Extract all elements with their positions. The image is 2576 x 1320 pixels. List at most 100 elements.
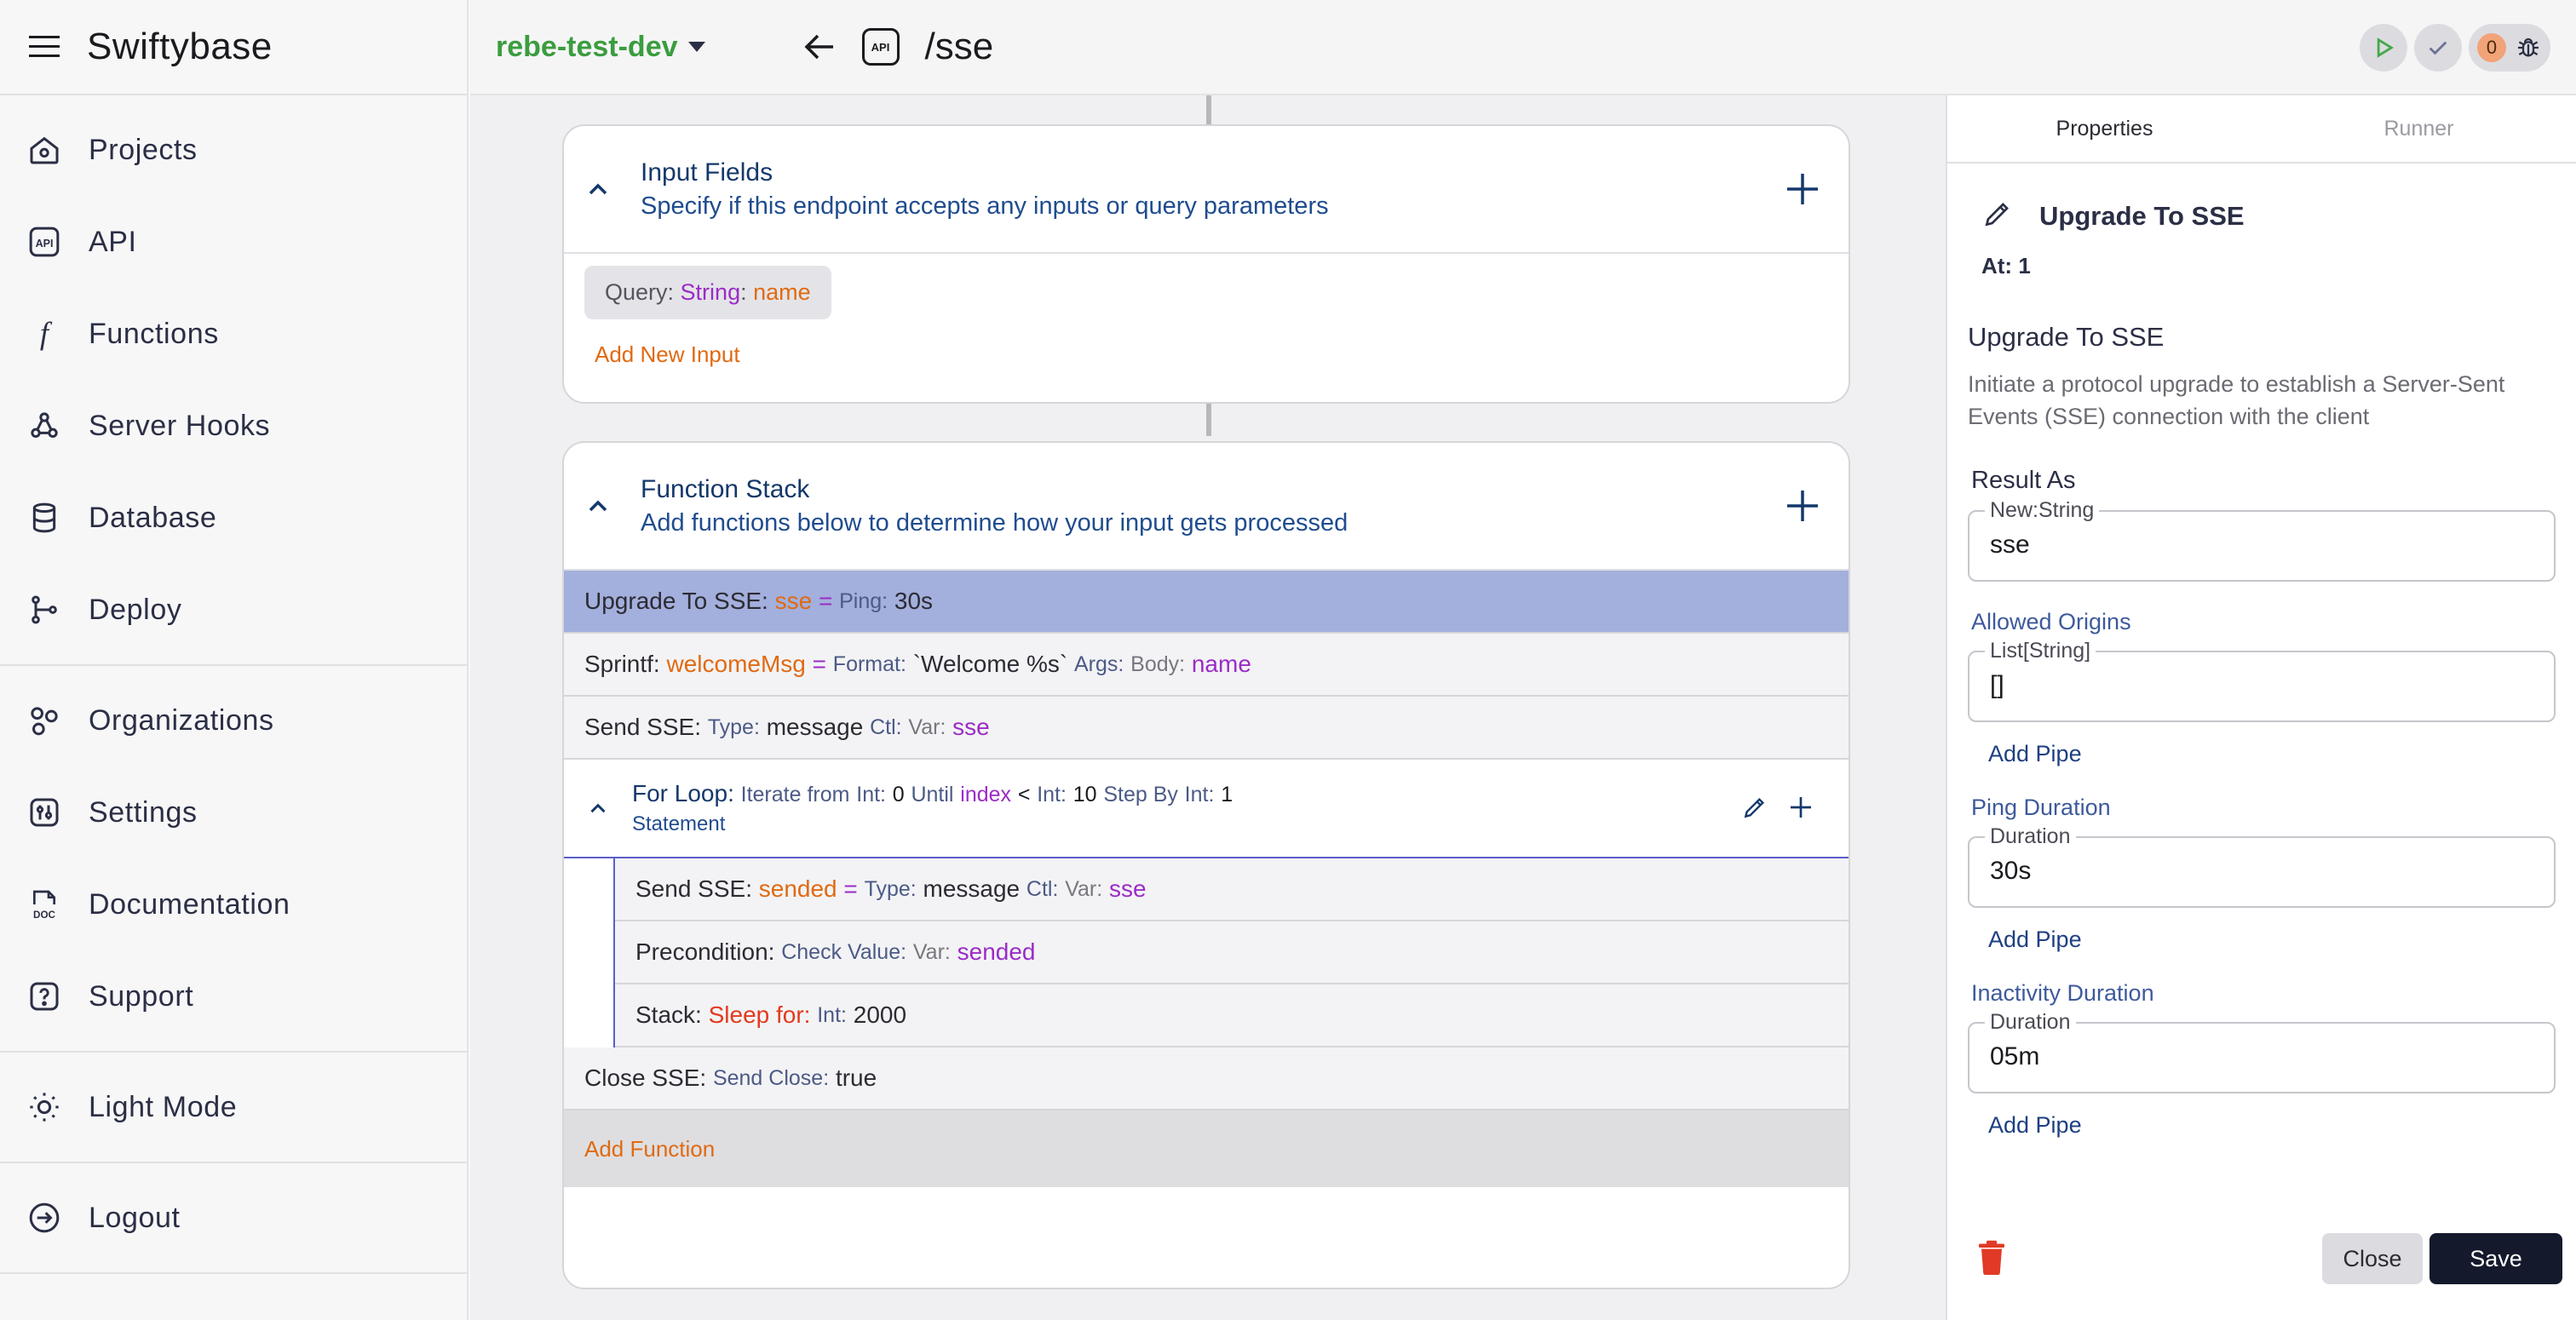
fn-name: Stack: <box>635 1001 702 1028</box>
field-legend: New:String <box>1985 498 2100 523</box>
sun-icon <box>26 1088 63 1126</box>
input-chip[interactable]: Query: String: name <box>584 266 831 319</box>
sidebar-item-documentation[interactable]: DOC Documentation <box>0 858 467 950</box>
fn-value: 0 <box>892 783 905 806</box>
fn-key: Ctl: <box>1026 876 1059 901</box>
shapes-icon <box>26 702 63 739</box>
fn-key: Until <box>911 783 954 806</box>
debug-count-badge: 0 <box>2477 33 2506 62</box>
result-as-label: Result As <box>1971 467 2076 494</box>
sidebar-item-deploy[interactable]: Deploy <box>0 564 467 656</box>
sidebar-item-label: Light Mode <box>89 1090 238 1123</box>
for-loop-header[interactable]: For Loop: Iterate from Int: 0 Until inde… <box>564 760 1849 858</box>
fn-name: Sprintf: <box>584 651 660 677</box>
fn-value: 2000 <box>853 1001 907 1028</box>
nav-group-session: Logout <box>0 1163 467 1274</box>
back-arrow-icon[interactable] <box>799 26 840 67</box>
pencil-icon[interactable] <box>1981 198 2014 234</box>
sidebar-item-label: API <box>89 225 137 258</box>
sidebar-item-server-hooks[interactable]: Server Hooks <box>0 380 467 472</box>
function-row-send-sse-loop[interactable]: Send SSE: sended = Type: message Ctl: Va… <box>615 858 1849 921</box>
sidebar: Swiftybase Projects API API f Functions … <box>0 0 469 1320</box>
sidebar-item-projects[interactable]: Projects <box>0 104 467 196</box>
debug-button[interactable]: 0 <box>2469 24 2550 72</box>
collapse-chevron-icon[interactable] <box>564 182 632 196</box>
field-value: 30s <box>1990 857 2032 885</box>
add-function-plus-icon[interactable] <box>1782 485 1823 526</box>
fn-value: message <box>766 714 864 740</box>
sidebar-item-settings[interactable]: Settings <box>0 766 467 858</box>
check-icon <box>2429 41 2447 55</box>
topbar: rebe-test-dev API /sse 0 <box>470 0 2576 95</box>
git-branch-icon <box>26 591 63 628</box>
add-pipe-button[interactable]: Add Pipe <box>1988 927 2576 953</box>
home-icon <box>26 131 63 169</box>
trash-icon[interactable] <box>1976 1240 2007 1280</box>
close-button[interactable]: Close <box>2322 1233 2423 1284</box>
fn-op: < <box>1017 783 1031 806</box>
pencil-icon[interactable] <box>1741 794 1768 825</box>
add-pipe-button[interactable]: Add Pipe <box>1988 741 2576 767</box>
add-new-input-link[interactable]: Add New Input <box>564 319 1849 368</box>
sidebar-item-api[interactable]: API API <box>0 196 467 288</box>
sidebar-item-label: Deploy <box>89 593 182 626</box>
caret-down-icon <box>687 42 705 52</box>
sidebar-item-functions[interactable]: f Functions <box>0 288 467 380</box>
fn-key: Iterate from <box>740 783 850 806</box>
inactivity-duration-field[interactable]: Duration 05m <box>1968 1010 2556 1093</box>
fn-eq: = <box>812 651 827 677</box>
collapse-chevron-icon[interactable] <box>564 499 632 513</box>
project-selector[interactable]: rebe-test-dev <box>496 31 705 64</box>
fn-value: 1 <box>1221 783 1233 806</box>
input-fields-header: Input Fields Specify if this endpoint ac… <box>564 126 1849 254</box>
fn-key: Format: <box>832 651 906 676</box>
fn-value: index <box>960 783 1012 806</box>
sidebar-item-support[interactable]: Support <box>0 950 467 1042</box>
function-row-precondition[interactable]: Precondition: Check Value: Var: sended <box>615 921 1849 984</box>
add-input-plus-icon[interactable] <box>1782 169 1823 209</box>
function-row-close-sse[interactable]: Close SSE: Send Close: true <box>564 1047 1849 1111</box>
ping-duration-label: Ping Duration <box>1971 795 2111 820</box>
card-title: Input Fields <box>641 158 773 187</box>
fn-key: Ctl: <box>870 715 902 739</box>
fn-var: sse <box>774 588 813 614</box>
fn-var: sended <box>758 875 837 902</box>
function-row-upgrade-sse[interactable]: Upgrade To SSE: sse = Ping: 30s <box>564 571 1849 634</box>
ping-duration-field[interactable]: Duration 30s <box>1968 824 2556 908</box>
fn-key: Int: <box>856 783 886 806</box>
tab-runner[interactable]: Runner <box>2262 95 2576 162</box>
fn-key: Check Value: <box>781 939 907 964</box>
connector-line <box>1206 95 1211 126</box>
sidebar-item-label: Database <box>89 501 217 534</box>
sidebar-item-organizations[interactable]: Organizations <box>0 674 467 766</box>
sidebar-item-light-mode[interactable]: Light Mode <box>0 1061 467 1153</box>
collapse-chevron-icon[interactable] <box>564 802 632 814</box>
field-legend: Duration <box>1985 1010 2076 1035</box>
logout-icon <box>26 1199 63 1237</box>
fn-value: sended <box>957 938 1036 965</box>
function-description-title: Upgrade To SSE <box>1968 322 2165 352</box>
sidebar-item-database[interactable]: Database <box>0 472 467 564</box>
svg-text:f: f <box>40 317 53 351</box>
fn-value: message <box>923 875 1021 902</box>
add-function-link[interactable]: Add Function <box>564 1111 1849 1187</box>
function-row-stack-sleep[interactable]: Stack: Sleep for: Int: 2000 <box>615 984 1849 1047</box>
api-badge-icon: API <box>861 28 900 66</box>
fn-value: sse <box>1108 875 1147 902</box>
fn-name: For Loop: <box>632 780 734 806</box>
hamburger-menu-icon[interactable] <box>26 28 63 66</box>
save-button[interactable]: Save <box>2429 1233 2562 1284</box>
for-loop-actions <box>1741 794 1814 825</box>
function-row-send-sse[interactable]: Send SSE: Type: message Ctl: Var: sse <box>564 697 1849 760</box>
validate-button[interactable] <box>2414 24 2462 72</box>
fn-var: welcomeMsg <box>666 651 806 677</box>
allowed-origins-field[interactable]: List[String] [] <box>1968 639 2556 722</box>
tab-properties[interactable]: Properties <box>1947 95 2262 162</box>
function-row-sprintf[interactable]: Sprintf: welcomeMsg = Format: `Welcome %… <box>564 634 1849 697</box>
sidebar-item-logout[interactable]: Logout <box>0 1172 467 1264</box>
properties-header: Upgrade To SSE <box>1981 198 2576 234</box>
plus-icon[interactable] <box>1787 794 1814 825</box>
add-pipe-button[interactable]: Add Pipe <box>1988 1112 2576 1139</box>
run-button[interactable] <box>2360 24 2407 72</box>
result-as-field[interactable]: New:String sse <box>1968 498 2556 582</box>
